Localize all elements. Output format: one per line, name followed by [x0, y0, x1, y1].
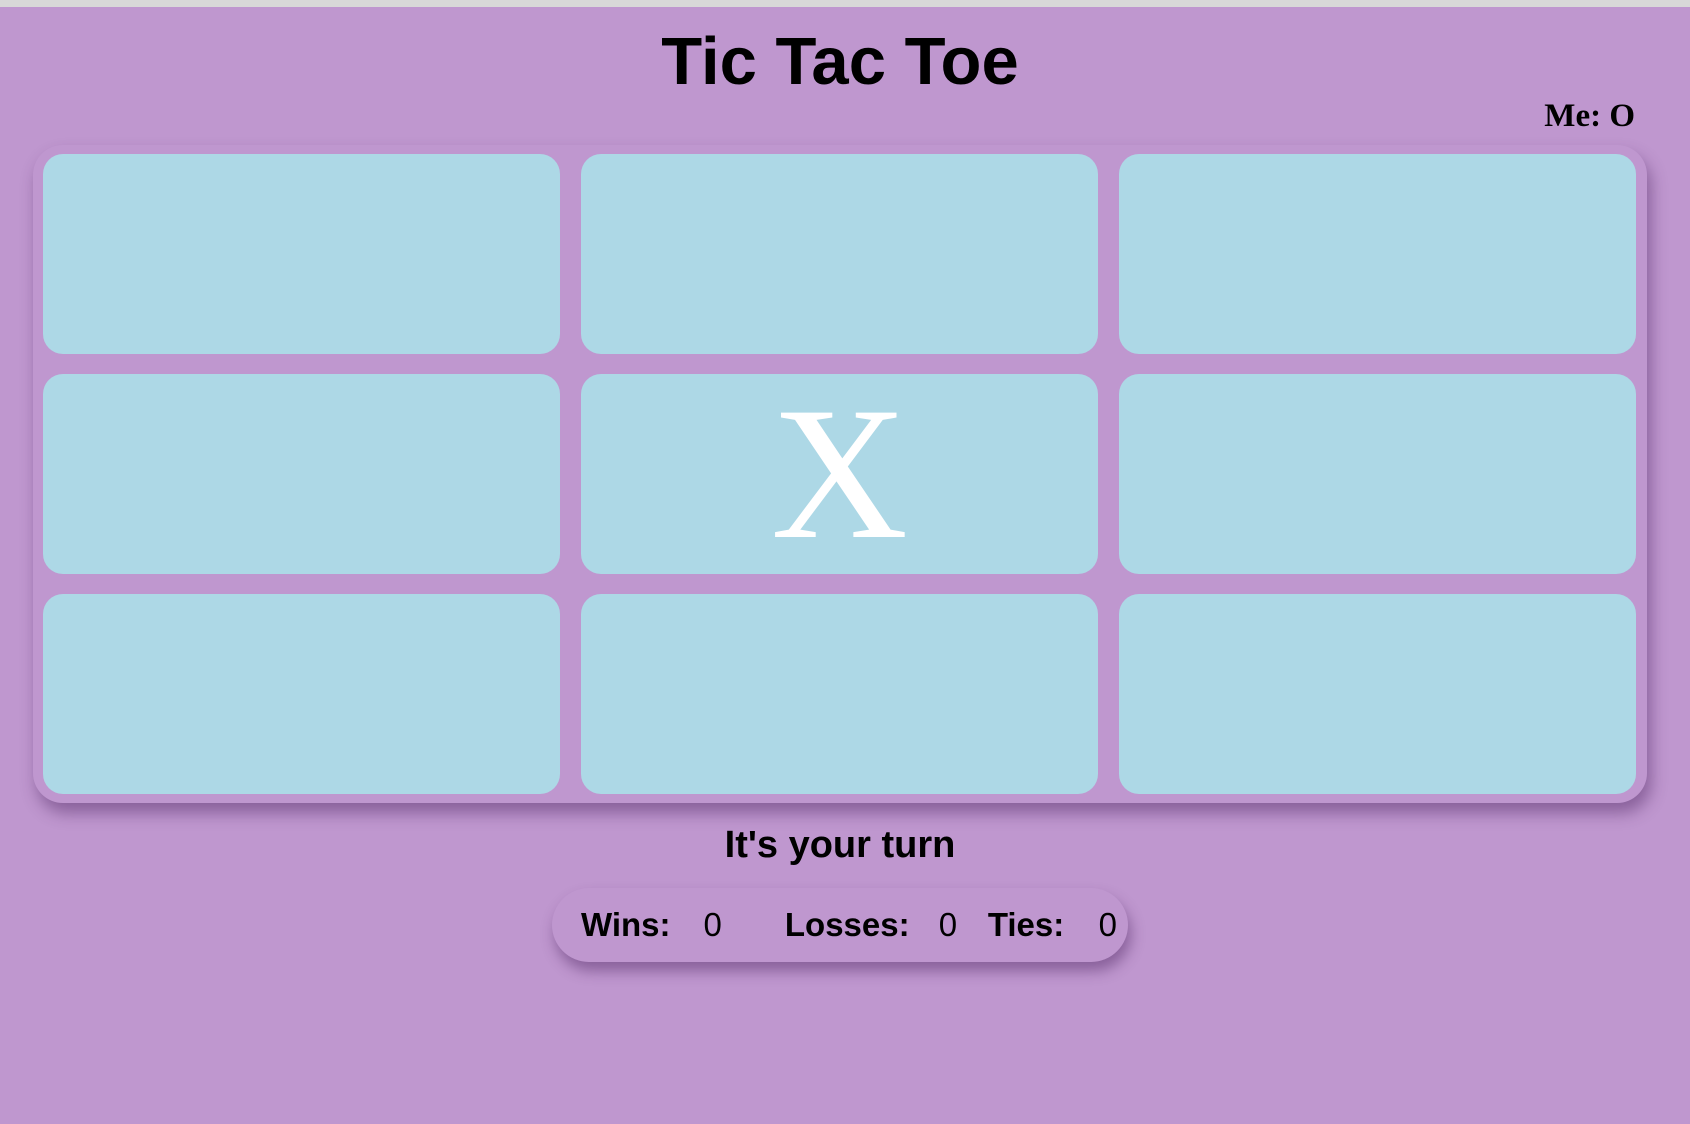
board-cell-5[interactable]: X [581, 374, 1098, 574]
scoreboard: Wins: 0 Losses: 0 Ties: 0 [552, 888, 1128, 962]
wins-count: 0 [703, 906, 722, 943]
page-title: Tic Tac Toe [661, 24, 1019, 99]
board-cell-3[interactable] [1119, 154, 1636, 354]
board-cell-2[interactable] [581, 154, 1098, 354]
board-cell-4[interactable] [43, 374, 560, 574]
player-symbol-label: Me: O [1544, 98, 1635, 134]
losses-label: Losses: [784, 906, 910, 943]
board-cell-6[interactable] [1119, 374, 1636, 574]
board-cell-9[interactable] [1119, 594, 1636, 794]
ties-label: Ties: [987, 906, 1065, 943]
wins-label: Wins: [581, 906, 671, 943]
losses-count: 0 [938, 906, 958, 943]
browser-top-edge [0, 0, 1690, 7]
board-cell-8[interactable] [581, 594, 1098, 794]
board-cell-1[interactable] [43, 154, 560, 354]
board-cell-7[interactable] [43, 594, 560, 794]
game-board: X [33, 145, 1647, 803]
turn-status: It's your turn [724, 824, 956, 866]
ties-count: 0 [1098, 906, 1117, 943]
